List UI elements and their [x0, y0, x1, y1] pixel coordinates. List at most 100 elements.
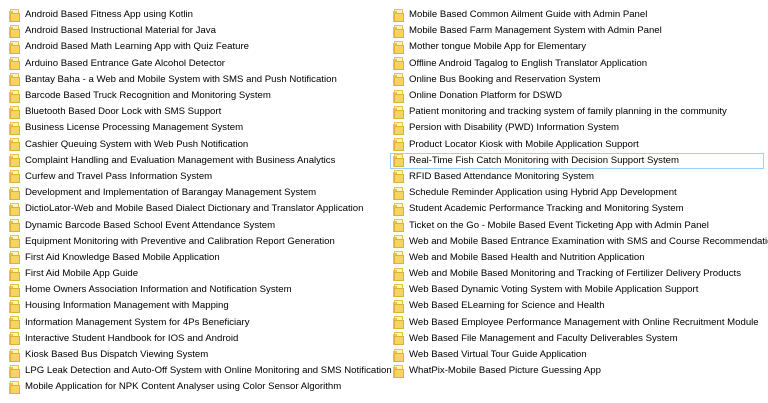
folder-item-label: Barcode Based Truck Recognition and Moni… — [25, 90, 271, 102]
folder-item-label: Information Management System for 4Ps Be… — [25, 316, 250, 328]
folder-item-label: Development and Implementation of Barang… — [25, 187, 317, 199]
folder-item-label: First Aid Mobile App Guide — [25, 268, 139, 280]
folder-icon — [9, 105, 20, 119]
folder-icon — [393, 235, 404, 249]
folder-icon — [9, 219, 20, 233]
folder-item-schedule-reminder-application-using-hybrid-app-development[interactable]: Schedule Reminder Application using Hybr… — [390, 185, 764, 201]
folder-item-interactive-student-handbook-for-ios-and-android[interactable]: Interactive Student Handbook for IOS and… — [6, 331, 384, 347]
folder-item-real-time-fish-catch-monitoring-with-decision-support-system[interactable]: Real-Time Fish Catch Monitoring with Dec… — [390, 152, 764, 169]
folder-item-patient-monitoring-and-tracking-system-of-family-planning-in[interactable]: Patient monitoring and tracking system o… — [390, 104, 764, 120]
folder-item-home-owners-association-information-and-notification-system[interactable]: Home Owners Association Information and … — [6, 282, 384, 298]
folder-icon — [393, 154, 404, 168]
folder-item-label: Online Donation Platform for DSWD — [409, 90, 563, 102]
folder-item-dynamic-barcode-based-school-event-attendance-system[interactable]: Dynamic Barcode Based School Event Atten… — [6, 217, 384, 233]
folder-icon — [9, 154, 20, 168]
folder-icon — [9, 202, 20, 216]
folder-item-mother-tongue-mobile-app-for-elementary[interactable]: Mother tongue Mobile App for Elementary — [390, 39, 764, 55]
folder-item-android-based-math-learning-app-with-quiz-feature[interactable]: Android Based Math Learning App with Qui… — [6, 39, 384, 55]
folder-icon — [9, 121, 20, 135]
folder-item-product-locator-kiosk-with-mobile-application-support[interactable]: Product Locator Kiosk with Mobile Applic… — [390, 137, 764, 153]
folder-item-label: Web Based ELearning for Science and Heal… — [409, 300, 605, 312]
folder-icon — [9, 57, 20, 71]
folder-item-development-and-implementation-of-barangay-management-system[interactable]: Development and Implementation of Barang… — [6, 185, 384, 201]
folder-icon — [393, 121, 404, 135]
folder-item-web-based-dynamic-voting-system-with-mobile-application-supp[interactable]: Web Based Dynamic Voting System with Mob… — [390, 282, 764, 298]
folder-icon — [393, 170, 404, 184]
folder-item-dictiolator-web-and-mobile-based-dialect-dictionary-and-tran[interactable]: DictioLator-Web and Mobile Based Dialect… — [6, 201, 384, 217]
folder-item-arduino-based-entrance-gate-alcohol-detector[interactable]: Arduino Based Entrance Gate Alcohol Dete… — [6, 56, 384, 72]
folder-icon — [9, 332, 20, 346]
folder-item-housing-information-management-with-mapping[interactable]: Housing Information Management with Mapp… — [6, 298, 384, 314]
folder-item-cashier-queuing-system-with-web-push-notification[interactable]: Cashier Queuing System with Web Push Not… — [6, 137, 384, 153]
folder-item-label: Web Based File Management and Faculty De… — [409, 332, 678, 344]
folder-item-label: Kiosk Based Bus Dispatch Viewing System — [25, 349, 209, 361]
folder-item-mobile-based-common-ailment-guide-with-admin-panel[interactable]: Mobile Based Common Ailment Guide with A… — [390, 7, 764, 23]
folder-item-web-based-employee-performance-management-with-online-recrui[interactable]: Web Based Employee Performance Managemen… — [390, 315, 764, 331]
folder-item-web-based-file-management-and-faculty-deliverables-system[interactable]: Web Based File Management and Faculty De… — [390, 331, 764, 347]
folder-item-web-and-mobile-based-health-and-nutrition-application[interactable]: Web and Mobile Based Health and Nutritio… — [390, 250, 764, 266]
folder-item-barcode-based-truck-recognition-and-monitoring-system[interactable]: Barcode Based Truck Recognition and Moni… — [6, 88, 384, 104]
folder-item-label: Online Bus Booking and Reservation Syste… — [409, 73, 601, 85]
folder-item-web-based-virtual-tour-guide-application[interactable]: Web Based Virtual Tour Guide Application — [390, 347, 764, 363]
folder-item-label: Web and Mobile Based Monitoring and Trac… — [409, 268, 742, 280]
folder-item-complaint-handling-and-evaluation-management-with-business-a[interactable]: Complaint Handling and Evaluation Manage… — [6, 153, 384, 169]
folder-item-bantay-baha-a-web-and-mobile-system-with-sms-and-push-notifi[interactable]: Bantay Baha - a Web and Mobile System wi… — [6, 72, 384, 88]
folder-item-information-management-system-for-4ps-beneficiary[interactable]: Information Management System for 4Ps Be… — [6, 315, 384, 331]
folder-item-ticket-on-the-go-mobile-based-event-ticketing-app-with-admin[interactable]: Ticket on the Go - Mobile Based Event Ti… — [390, 217, 764, 233]
folder-item-label: Complaint Handling and Evaluation Manage… — [25, 154, 336, 166]
folder-item-label: Curfew and Travel Pass Information Syste… — [25, 170, 213, 182]
folder-item-label: Mobile Application for NPK Content Analy… — [25, 381, 342, 393]
folder-item-rfid-based-attendance-monitoring-system[interactable]: RFID Based Attendance Monitoring System — [390, 169, 764, 185]
folder-icon — [9, 235, 20, 249]
folder-item-web-and-mobile-based-monitoring-and-tracking-of-fertilizer-d[interactable]: Web and Mobile Based Monitoring and Trac… — [390, 266, 764, 282]
folder-icon — [393, 202, 404, 216]
folder-item-persion-with-disability-pwd-information-system[interactable]: Persion with Disability (PWD) Informatio… — [390, 120, 764, 136]
folder-item-label: Bluetooth Based Door Lock with SMS Suppo… — [25, 106, 222, 118]
folder-item-label: Patient monitoring and tracking system o… — [409, 106, 727, 118]
folder-icon — [393, 8, 404, 22]
folder-item-label: Housing Information Management with Mapp… — [25, 300, 229, 312]
folder-item-android-based-fitness-app-using-kotlin[interactable]: Android Based Fitness App using Kotlin — [6, 7, 384, 23]
folder-item-label: Web Based Virtual Tour Guide Application — [409, 349, 587, 361]
folder-item-label: Mobile Based Farm Management System with… — [409, 25, 662, 37]
folder-item-label: Offline Android Tagalog to English Trans… — [409, 57, 648, 69]
folder-item-online-bus-booking-and-reservation-system[interactable]: Online Bus Booking and Reservation Syste… — [390, 72, 764, 88]
folder-item-web-and-mobile-based-entrance-examination-with-sms-and-cours[interactable]: Web and Mobile Based Entrance Examinatio… — [390, 234, 768, 250]
folder-icon — [9, 283, 20, 297]
file-list-view: Android Based Fitness App using Kotlin An… — [0, 0, 768, 403]
folder-item-student-academic-performance-tracking-and-monitoring-system[interactable]: Student Academic Performance Tracking an… — [390, 201, 764, 217]
folder-icon — [393, 24, 404, 38]
folder-icon — [9, 251, 20, 265]
folder-item-label: Android Based Math Learning App with Qui… — [25, 41, 249, 53]
folder-item-offline-android-tagalog-to-english-translator-application[interactable]: Offline Android Tagalog to English Trans… — [390, 56, 764, 72]
folder-item-mobile-application-for-npk-content-analyser-using-color-sens[interactable]: Mobile Application for NPK Content Analy… — [6, 379, 384, 395]
folder-icon — [9, 348, 20, 362]
folder-item-web-based-elearning-for-science-and-health[interactable]: Web Based ELearning for Science and Heal… — [390, 298, 764, 314]
folder-item-label: LPG Leak Detection and Auto-Off System w… — [25, 365, 392, 377]
folder-item-label: Bantay Baha - a Web and Mobile System wi… — [25, 73, 337, 85]
folder-item-label: Schedule Reminder Application using Hybr… — [409, 187, 677, 199]
folder-icon — [9, 170, 20, 184]
folder-icon — [393, 138, 404, 152]
folder-icon — [393, 316, 404, 330]
folder-item-first-aid-mobile-app-guide[interactable]: First Aid Mobile App Guide — [6, 266, 384, 282]
folder-item-label: Student Academic Performance Tracking an… — [409, 203, 684, 215]
folder-icon — [9, 380, 20, 394]
folder-item-label: Web and Mobile Based Health and Nutritio… — [409, 251, 645, 263]
folder-item-label: Interactive Student Handbook for IOS and… — [25, 332, 239, 344]
folder-column-right: Mobile Based Common Ailment Guide with A… — [390, 7, 768, 379]
folder-item-curfew-and-travel-pass-information-system[interactable]: Curfew and Travel Pass Information Syste… — [6, 169, 384, 185]
folder-item-business-license-processing-management-system[interactable]: Business License Processing Management S… — [6, 120, 384, 136]
folder-item-mobile-based-farm-management-system-with-admin-panel[interactable]: Mobile Based Farm Management System with… — [390, 23, 764, 39]
folder-item-online-donation-platform-for-dswd[interactable]: Online Donation Platform for DSWD — [390, 88, 764, 104]
folder-item-equipment-monitoring-with-preventive-and-calibration-report-[interactable]: Equipment Monitoring with Preventive and… — [6, 234, 384, 250]
folder-item-kiosk-based-bus-dispatch-viewing-system[interactable]: Kiosk Based Bus Dispatch Viewing System — [6, 347, 384, 363]
folder-item-android-based-instructional-material-for-java[interactable]: Android Based Instructional Material for… — [6, 23, 384, 39]
folder-item-label: Dynamic Barcode Based School Event Atten… — [25, 219, 276, 231]
folder-item-first-aid-knowledge-based-mobile-application[interactable]: First Aid Knowledge Based Mobile Applica… — [6, 250, 384, 266]
folder-icon — [393, 267, 404, 281]
folder-item-whatpix-mobile-based-picture-guessing-app[interactable]: WhatPix-Mobile Based Picture Guessing Ap… — [390, 363, 764, 379]
folder-icon — [9, 316, 20, 330]
folder-item-bluetooth-based-door-lock-with-sms-support[interactable]: Bluetooth Based Door Lock with SMS Suppo… — [6, 104, 384, 120]
folder-item-lpg-leak-detection-and-auto-off-system-with-online-monitorin[interactable]: LPG Leak Detection and Auto-Off System w… — [6, 363, 392, 379]
